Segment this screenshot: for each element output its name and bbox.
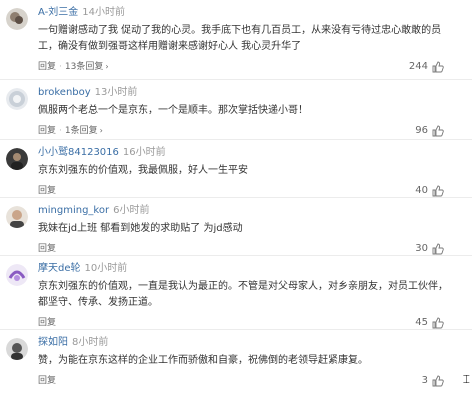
comment-time: 10小时前 [84, 263, 128, 274]
comment-text: 一句赠谢感动了我 促动了我的心灵。我手底下也有几百员工，从来没有亏待过忠心敢敢的… [38, 25, 442, 52]
user-avatar-icon[interactable] [6, 338, 28, 360]
reply-button[interactable]: 回复 [38, 318, 56, 328]
comment-text: 佩服两个老总一个是京东，一个是顺丰。那次掌括快递小哥！ [38, 105, 308, 116]
user-avatar-icon[interactable] [6, 148, 28, 170]
thumbs-up-icon[interactable] [432, 317, 444, 329]
comment-text: 赞，为能在京东这样的企业工作而骄傲和自豪，祝佛倒的老领导赶紧康复。 [38, 355, 368, 366]
comment-actions: 回复 · 13条回复 › 244 [38, 58, 462, 76]
reply-button[interactable]: 回复 [38, 62, 56, 72]
comment-item: brokenboy 13小时前 佩服两个老总一个是京东，一个是顺丰。那次掌括快递小… [0, 80, 472, 140]
thumbs-up-icon[interactable] [432, 243, 444, 255]
comment-text: 京东刘强东的价值观，一直是我认为最正的。不管是对父母家人，对乡亲朋友，对员工伙伴… [38, 281, 448, 308]
comment-author[interactable]: 小小鹫84123016 [38, 147, 119, 158]
comment-actions: 回复 · 1条回复 › 96 [38, 122, 462, 140]
comment-item: A-刘三金 14小时前 一句赠谢感动了我 促动了我的心灵。我手底下也有几百员工，从… [0, 0, 472, 80]
separator: · [59, 126, 62, 136]
comment-text: 京东刘强东的价值观，我最佩服，好人一生平安 [38, 165, 248, 176]
user-avatar-icon[interactable] [6, 264, 28, 286]
comment-item: mingming_kor 6小时前 我妹在jd上班 郁看到她发的求助贴了 为jd感… [0, 198, 472, 256]
comment-header: 小小鹫84123016 16小时前 [38, 146, 462, 160]
chevron-right-icon: › [99, 126, 103, 135]
reply-button[interactable]: 回复 [38, 186, 56, 196]
mouse-cursor-icon: ⌶ [462, 372, 470, 386]
comment-item: 探如阳 8小时前 赞，为能在京东这样的企业工作而骄傲和自豪，祝佛倒的老领导赶紧康复… [0, 330, 472, 391]
comment-header: mingming_kor 6小时前 [38, 204, 462, 218]
user-avatar-icon[interactable] [6, 8, 28, 30]
comment-author[interactable]: A-刘三金 [38, 7, 78, 18]
reply-button[interactable]: 回复 [38, 244, 56, 254]
user-avatar-icon[interactable] [6, 206, 28, 228]
thumbs-up-icon[interactable] [432, 125, 444, 137]
comment-actions: 回复 3 [38, 372, 462, 390]
like-count: 3 [421, 375, 428, 386]
thumbs-up-icon[interactable] [432, 375, 444, 387]
reply-button[interactable]: 回复 [38, 126, 56, 136]
reply-button[interactable]: 回复 [38, 376, 56, 386]
comment-author[interactable]: 摩天de轮 [38, 263, 81, 274]
thumbs-up-icon[interactable] [432, 185, 444, 197]
comment-time: 14小时前 [82, 7, 125, 18]
view-replies-button[interactable]: 1条回复 › [65, 126, 103, 136]
comment-list: A-刘三金 14小时前 一句赠谢感动了我 促动了我的心灵。我手底下也有几百员工，从… [0, 0, 472, 391]
comment-time: 16小时前 [122, 147, 166, 158]
comment-author[interactable]: mingming_kor [38, 205, 109, 216]
comment-item: 小小鹫84123016 16小时前 京东刘强东的价值观，我最佩服，好人一生平安 回… [0, 140, 472, 198]
comment-time: 13小时前 [94, 87, 138, 98]
separator: · [59, 62, 62, 72]
thumbs-up-icon[interactable] [432, 61, 444, 73]
comment-header: A-刘三金 14小时前 [38, 6, 462, 20]
comment-author[interactable]: 探如阳 [38, 337, 68, 348]
comment-item: 摩天de轮 10小时前 京东刘强东的价值观，一直是我认为最正的。不管是对父母家人，… [0, 256, 472, 330]
replies-count: 13条回复 [64, 62, 104, 72]
comment-header: brokenboy 13小时前 [38, 86, 462, 100]
like-count: 244 [408, 61, 428, 72]
comment-header: 摩天de轮 10小时前 [38, 262, 462, 276]
comment-time: 6小时前 [113, 205, 150, 216]
view-replies-button[interactable]: 13条回复 › [65, 62, 109, 72]
comment-time: 8小时前 [72, 337, 109, 348]
user-avatar-icon[interactable] [6, 88, 28, 110]
comment-author[interactable]: brokenboy [38, 87, 91, 98]
like-count: 96 [415, 125, 428, 136]
comment-header: 探如阳 8小时前 [38, 336, 462, 350]
replies-count: 1条回复 [64, 126, 98, 136]
chevron-right-icon: › [105, 62, 109, 71]
comment-text: 我妹在jd上班 郁看到她发的求助贴了 为jd感动 [38, 223, 243, 234]
